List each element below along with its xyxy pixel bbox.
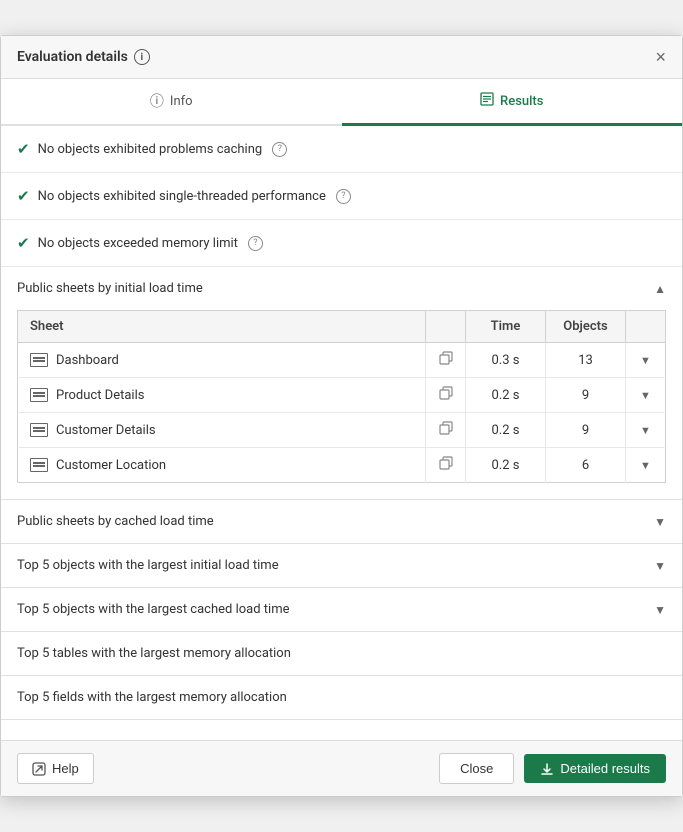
help-label: Help — [52, 761, 79, 776]
tab-info[interactable]: ⓘ Info — [1, 79, 342, 126]
info-tab-icon: ⓘ — [150, 91, 164, 111]
sheet-icon — [30, 458, 48, 472]
copy-cell[interactable] — [426, 378, 466, 413]
section-top5-fields-header[interactable]: Top 5 fields with the largest memory all… — [1, 676, 682, 719]
section-top5-cached-header[interactable]: Top 5 objects with the largest cached lo… — [1, 588, 682, 631]
sheets-table: Sheet Time Objects Dashbo — [17, 310, 666, 483]
check-caching-icon: ✔ — [17, 140, 30, 158]
section-initial-header[interactable]: Public sheets by initial load time ▲ — [1, 267, 682, 310]
section-top5-initial-label: Top 5 objects with the largest initial l… — [17, 558, 279, 573]
table-row: Customer Location 0.2 s 6 — [18, 448, 666, 483]
section-top5-initial: Top 5 objects with the largest initial l… — [1, 544, 682, 588]
objects-cell: 6 — [546, 448, 626, 483]
col-header-sheet: Sheet — [18, 311, 426, 343]
objects-cell: 9 — [546, 378, 626, 413]
body-spacer — [1, 720, 682, 740]
modal-header: Evaluation details i × — [1, 36, 682, 79]
section-top5-cached: Top 5 objects with the largest cached lo… — [1, 588, 682, 632]
detailed-results-button[interactable]: Detailed results — [524, 754, 666, 783]
close-icon[interactable]: × — [655, 48, 666, 66]
section-cached-chevron: ▼ — [654, 515, 666, 529]
table-row: Customer Details 0.2 s 9 — [18, 413, 666, 448]
help-button[interactable]: Help — [17, 753, 94, 784]
section-cached-header[interactable]: Public sheets by cached load time ▼ — [1, 500, 682, 543]
modal-footer: Help Close Detailed results — [1, 740, 682, 796]
section-top5-cached-chevron: ▼ — [654, 603, 666, 617]
caching-help-icon[interactable]: ? — [272, 142, 287, 157]
title-text: Evaluation details — [17, 49, 128, 65]
section-cached-label: Public sheets by cached load time — [17, 514, 214, 529]
table-row: Dashboard 0.3 s 13 ▼ — [18, 343, 666, 378]
section-top5-initial-header[interactable]: Top 5 objects with the largest initial l… — [1, 544, 682, 587]
download-icon — [540, 762, 554, 776]
expand-cell[interactable]: ▼ — [626, 343, 666, 378]
check-single-thread: ✔ No objects exhibited single-threaded p… — [1, 173, 682, 220]
time-cell: 0.2 s — [466, 413, 546, 448]
close-button[interactable]: Close — [439, 753, 514, 784]
expand-cell[interactable]: ▼ — [626, 448, 666, 483]
section-public-sheets-initial: Public sheets by initial load time ▲ She… — [1, 267, 682, 500]
copy-cell[interactable] — [426, 343, 466, 378]
sheet-icon — [30, 388, 48, 402]
check-thread-icon: ✔ — [17, 187, 30, 205]
section-initial-label: Public sheets by initial load time — [17, 281, 203, 296]
footer-right: Close Detailed results — [439, 753, 666, 784]
tab-bar: ⓘ Info Results — [1, 79, 682, 126]
table-row: Product Details 0.2 s 9 — [18, 378, 666, 413]
tab-results-label: Results — [500, 94, 543, 109]
evaluation-details-modal: Evaluation details i × ⓘ Info Results — [0, 35, 683, 797]
section-top5-fields: Top 5 fields with the largest memory all… — [1, 676, 682, 720]
section-top5-tables: Top 5 tables with the largest memory all… — [1, 632, 682, 676]
col-header-copy — [426, 311, 466, 343]
section-top5-tables-label: Top 5 tables with the largest memory all… — [17, 646, 291, 661]
check-caching: ✔ No objects exhibited problems caching … — [1, 126, 682, 173]
memory-help-icon[interactable]: ? — [248, 236, 263, 251]
check-memory-icon: ✔ — [17, 234, 30, 252]
title-info-icon[interactable]: i — [134, 49, 150, 65]
objects-cell: 9 — [546, 413, 626, 448]
tab-results[interactable]: Results — [342, 79, 683, 126]
tab-info-label: Info — [170, 94, 193, 109]
section-top5-tables-header[interactable]: Top 5 tables with the largest memory all… — [1, 632, 682, 675]
check-caching-text: No objects exhibited problems caching — [38, 142, 263, 157]
modal-body: ✔ No objects exhibited problems caching … — [1, 126, 682, 740]
section-initial-content: Sheet Time Objects Dashbo — [1, 310, 682, 499]
col-header-time: Time — [466, 311, 546, 343]
copy-cell[interactable] — [426, 413, 466, 448]
copy-cell[interactable] — [426, 448, 466, 483]
modal-title: Evaluation details i — [17, 49, 150, 65]
check-thread-text: No objects exhibited single-threaded per… — [38, 189, 326, 204]
section-top5-fields-label: Top 5 fields with the largest memory all… — [17, 690, 287, 705]
expand-cell[interactable]: ▼ — [626, 413, 666, 448]
section-top5-cached-label: Top 5 objects with the largest cached lo… — [17, 602, 290, 617]
detailed-results-label: Detailed results — [560, 761, 650, 776]
check-memory: ✔ No objects exceeded memory limit ? — [1, 220, 682, 267]
sheet-name-cell: Dashboard — [18, 343, 426, 378]
section-initial-chevron-up: ▲ — [654, 282, 666, 296]
sheet-name: Dashboard — [56, 353, 119, 368]
sheet-name-cell: Customer Details — [18, 413, 426, 448]
objects-cell: 13 — [546, 343, 626, 378]
expand-cell[interactable]: ▼ — [626, 378, 666, 413]
time-cell: 0.2 s — [466, 448, 546, 483]
col-header-expand — [626, 311, 666, 343]
time-cell: 0.3 s — [466, 343, 546, 378]
section-top5-initial-chevron: ▼ — [654, 559, 666, 573]
thread-help-icon[interactable]: ? — [336, 189, 351, 204]
sheet-name-cell: Product Details — [18, 378, 426, 413]
results-tab-icon — [480, 92, 494, 110]
time-cell: 0.2 s — [466, 378, 546, 413]
help-icon — [32, 762, 46, 776]
sheet-icon — [30, 423, 48, 437]
col-header-objects: Objects — [546, 311, 626, 343]
check-memory-text: No objects exceeded memory limit — [38, 236, 238, 251]
section-cached: Public sheets by cached load time ▼ — [1, 500, 682, 544]
sheet-name: Customer Location — [56, 458, 166, 473]
sheet-name: Product Details — [56, 388, 144, 403]
sheet-name: Customer Details — [56, 423, 156, 438]
sheet-name-cell: Customer Location — [18, 448, 426, 483]
sheet-icon — [30, 353, 48, 367]
